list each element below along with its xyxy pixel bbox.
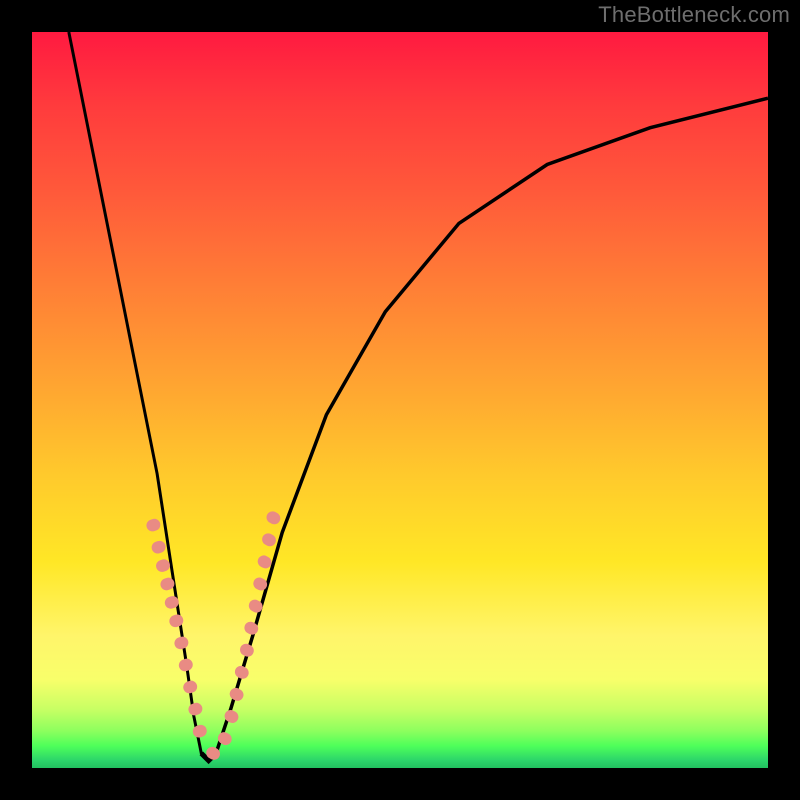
bead-point [173,635,190,651]
bead-point [260,531,278,548]
watermark-text: TheBottleneck.com [598,2,790,28]
bead-point [145,517,162,533]
bead-point [191,723,208,739]
bead-point [264,509,282,526]
bead-point [238,642,256,659]
curve-left-arm [69,32,209,761]
bead-point [177,657,194,673]
bead-cluster [145,509,283,762]
plot-area [32,32,768,768]
bottleneck-curve-svg [32,32,768,768]
bead-point [168,613,185,629]
bead-point [182,679,199,695]
bead-point [228,686,246,703]
curve-right-arm [209,98,768,760]
chart-frame: TheBottleneck.com [0,0,800,800]
bead-point [150,539,167,555]
bead-point [187,701,204,717]
bead-point [233,664,251,681]
curve-group [69,32,768,761]
